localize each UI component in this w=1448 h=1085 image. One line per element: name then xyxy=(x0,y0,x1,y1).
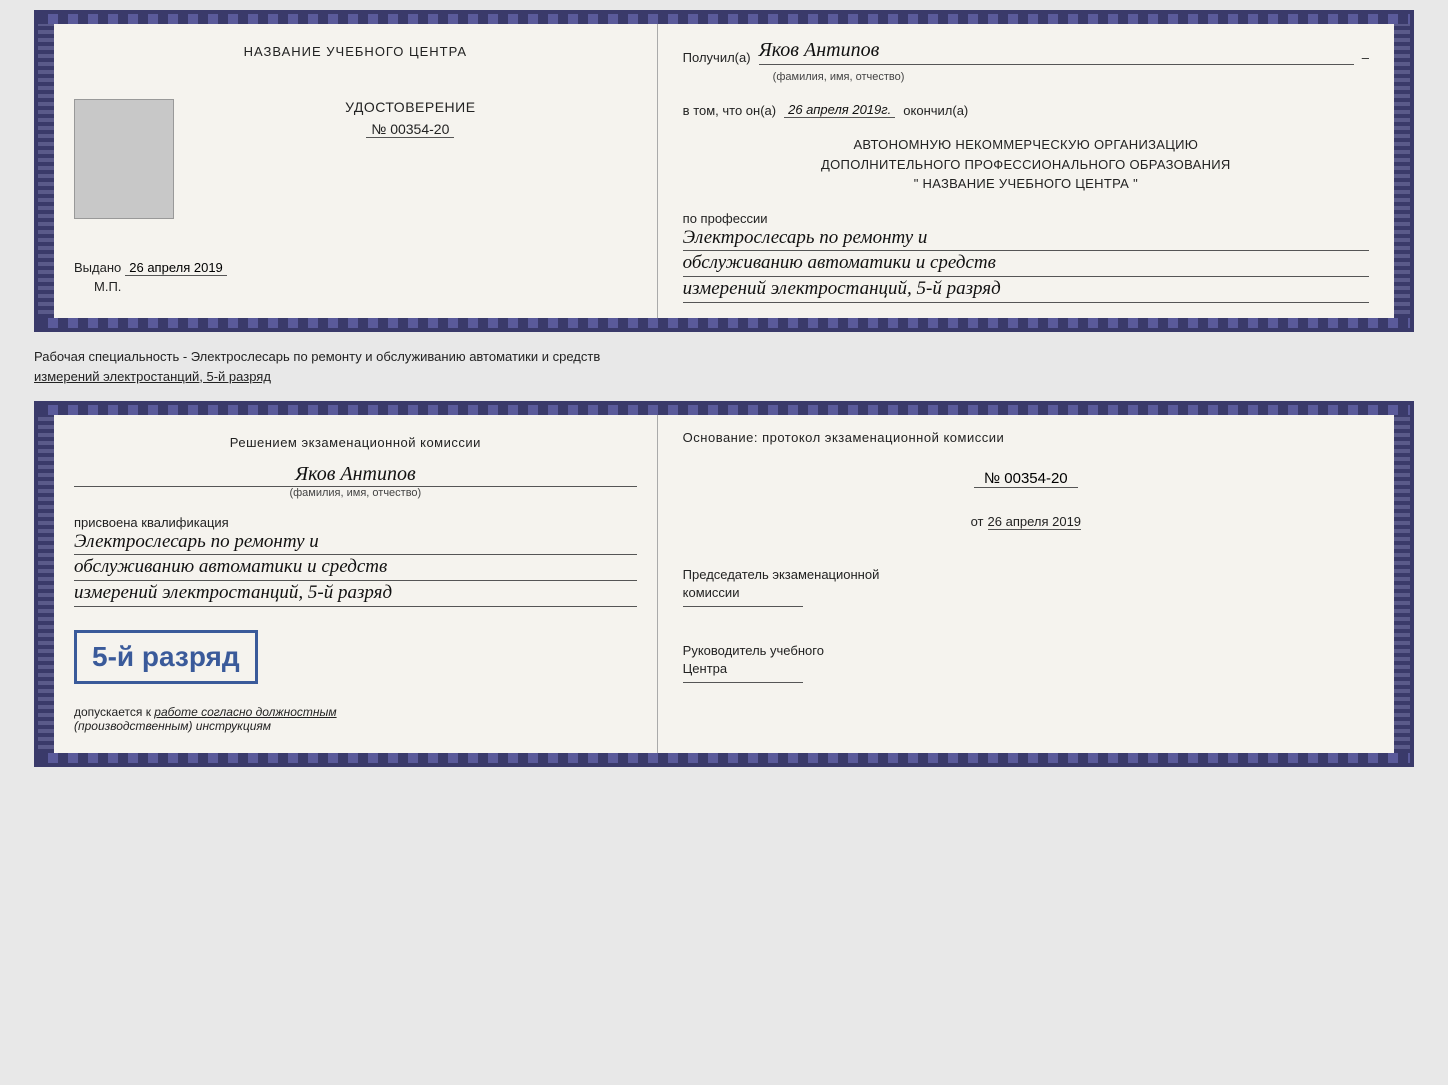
recipient-label: Получил(а) xyxy=(683,50,751,65)
prot-number-section: № 00354-20 xyxy=(683,465,1369,493)
recipient-sub: (фамилия, имя, отчество) xyxy=(773,71,905,83)
date-line: в том, что он(а) 26 апреля 2019г. окончи… xyxy=(683,102,1369,118)
chairman-label2: комиссии xyxy=(683,584,1369,602)
prof-line2: обслуживанию автоматики и средств xyxy=(683,251,1369,277)
org-line2: ДОПОЛНИТЕЛЬНОГО ПРОФЕССИОНАЛЬНОГО ОБРАЗО… xyxy=(683,155,1369,175)
chairman-section: Председатель экзаменационной комиссии xyxy=(683,566,1369,607)
bottom-person-section: Яков Антипов (фамилия, имя, отчество) xyxy=(74,463,637,499)
bottom-cert-left-panel: Решением экзаменационной комиссии Яков А… xyxy=(54,415,658,753)
prot-date-section: от 26 апреля 2019 xyxy=(683,513,1369,531)
specialty-line1: Рабочая специальность - Электрослесарь п… xyxy=(34,349,1414,364)
bottom-cert-right-panel: Основание: протокол экзаменационной коми… xyxy=(658,415,1394,753)
document-wrapper: НАЗВАНИЕ УЧЕБНОГО ЦЕНТРА УДОСТОВЕРЕНИЕ №… xyxy=(34,10,1414,767)
org-line3: " НАЗВАНИЕ УЧЕБНОГО ЦЕНТРА " xyxy=(683,174,1369,194)
head-sig-line xyxy=(683,682,803,683)
osnov-label: Основание: протокол экзаменационной коми… xyxy=(683,430,1369,445)
top-decorative-strip xyxy=(38,14,1410,24)
profession-block: по профессии Электрослесарь по ремонту и… xyxy=(683,211,1369,303)
bottom-cert-content: Решением экзаменационной комиссии Яков А… xyxy=(38,415,1410,753)
bottom-left-deco xyxy=(38,415,54,753)
cert-number: № 00354-20 xyxy=(366,121,454,138)
допускается-italic2: (производственным) инструкциям xyxy=(74,719,637,733)
chairman-sig-line xyxy=(683,606,803,607)
prot-date: 26 апреля 2019 xyxy=(988,514,1082,530)
top-certificate: НАЗВАНИЕ УЧЕБНОГО ЦЕНТРА УДОСТОВЕРЕНИЕ №… xyxy=(34,10,1414,332)
recipient-dash: – xyxy=(1362,50,1369,65)
bottom-decorative-strip xyxy=(38,318,1410,328)
recipient-section: Получил(а) Яков Антипов – (фамилия, имя,… xyxy=(683,39,1369,85)
top-org-name: НАЗВАНИЕ УЧЕБНОГО ЦЕНТРА xyxy=(244,44,467,59)
cert-title-block: УДОСТОВЕРЕНИЕ № 00354-20 xyxy=(184,89,637,139)
line1-suffix: окончил(а) xyxy=(903,103,968,118)
допускается-italic: работе согласно должностным xyxy=(154,705,336,719)
rank-box-section: 5-й разряд xyxy=(74,625,637,689)
qual-line1: Электрослесарь по ремонту и xyxy=(74,530,637,556)
rank-box: 5-й разряд xyxy=(74,630,258,684)
org-line1: АВТОНОМНУЮ НЕКОММЕРЧЕСКУЮ ОРГАНИЗАЦИЮ xyxy=(683,135,1369,155)
bottom-person-name: Яков Антипов xyxy=(74,463,637,487)
profession-label: по профессии xyxy=(683,211,1369,226)
qual-line3: измерений электростанций, 5-й разряд xyxy=(74,581,637,607)
bottom-person-sub: (фамилия, имя, отчество) xyxy=(74,487,637,499)
prof-line3: измерений электростанций, 5-й разряд xyxy=(683,277,1369,303)
qual-line2: обслуживанию автоматики и средств xyxy=(74,555,637,581)
line1-date: 26 апреля 2019г. xyxy=(784,102,895,118)
head-section: Руководитель учебного Центра xyxy=(683,642,1369,683)
top-cert-right-panel: Получил(а) Яков Антипов – (фамилия, имя,… xyxy=(658,24,1394,318)
top-cert-left-panel: НАЗВАНИЕ УЧЕБНОГО ЦЕНТРА УДОСТОВЕРЕНИЕ №… xyxy=(54,24,658,318)
right-decorative-bar xyxy=(1394,24,1410,318)
specialty-line2: измерений электростанций, 5-й разряд xyxy=(34,369,1414,384)
prof-line1: Электрослесарь по ремонту и xyxy=(683,226,1369,252)
bottom-cert-bottom-strip xyxy=(38,753,1410,763)
qualification-section: присвоена квалификация Электрослесарь по… xyxy=(74,515,637,607)
cert-title: УДОСТОВЕРЕНИЕ xyxy=(184,99,637,115)
commission-title: Решением экзаменационной комиссии xyxy=(74,435,637,450)
top-cert-content: НАЗВАНИЕ УЧЕБНОГО ЦЕНТРА УДОСТОВЕРЕНИЕ №… xyxy=(38,24,1410,318)
line1-prefix: в том, что он(а) xyxy=(683,103,776,118)
qualification-label: присвоена квалификация xyxy=(74,515,637,530)
допускается-prefix: допускается к xyxy=(74,705,151,719)
specialty-section: Рабочая специальность - Электрослесарь п… xyxy=(34,340,1414,393)
recipient-name: Яков Антипов xyxy=(759,39,1354,65)
допускается-section: допускается к работе согласно должностны… xyxy=(74,705,637,733)
mp-label: М.П. xyxy=(94,279,121,294)
issued-date: 26 апреля 2019 xyxy=(125,260,227,276)
chairman-label1: Председатель экзаменационной xyxy=(683,566,1369,584)
prot-number: № 00354-20 xyxy=(974,470,1078,488)
bottom-certificate: Решением экзаменационной комиссии Яков А… xyxy=(34,401,1414,767)
head-label2: Центра xyxy=(683,660,1369,678)
issued-label: Выдано xyxy=(74,260,121,275)
bottom-right-deco xyxy=(1394,415,1410,753)
head-label1: Руководитель учебного xyxy=(683,642,1369,660)
photo-placeholder xyxy=(74,99,174,219)
prot-date-prefix: от xyxy=(971,514,984,529)
org-block: АВТОНОМНУЮ НЕКОММЕРЧЕСКУЮ ОРГАНИЗАЦИЮ ДО… xyxy=(683,135,1369,194)
bottom-cert-top-strip xyxy=(38,405,1410,415)
rank-text: 5-й разряд xyxy=(92,641,240,672)
left-decorative-bar xyxy=(38,24,54,318)
